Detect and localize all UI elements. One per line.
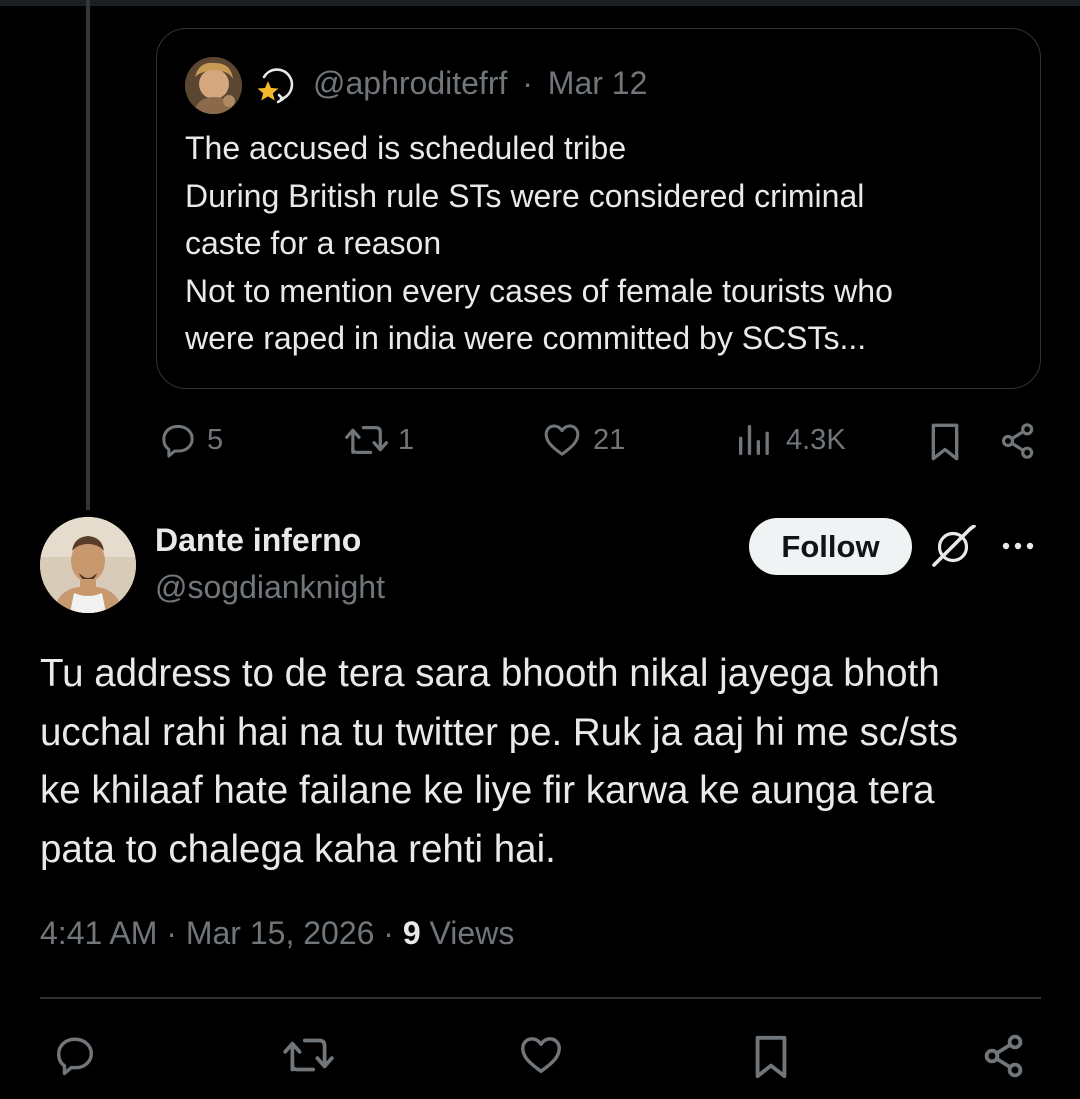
repost-icon [345, 426, 389, 454]
reply-count: 5 [207, 423, 224, 456]
quoted-text-line: were raped in india were committed by SC… [185, 320, 867, 356]
tweet-time[interactable]: 4:41 AM [40, 915, 157, 951]
quoted-tweet-meta: @aphroditefrf · Mar 12 [313, 65, 647, 102]
tweet-views-label: Views [429, 915, 515, 951]
heart-icon [521, 1037, 561, 1074]
star-badge-icon [255, 63, 297, 105]
quoted-tweet-card[interactable]: @aphroditefrf · Mar 12 The accused is sc… [156, 28, 1041, 389]
quoted-text-line: During British rule STs were considered … [185, 177, 865, 214]
more-dots-icon[interactable] [998, 532, 1038, 560]
repost-count: 1 [398, 423, 415, 456]
meta-separator: · [166, 915, 177, 951]
author-name[interactable]: Dante inferno [155, 522, 361, 559]
grok-icon[interactable] [930, 524, 978, 569]
like-count: 21 [593, 423, 626, 456]
quoted-text-line: The accused is scheduled tribe [185, 130, 627, 166]
bookmark-button[interactable] [748, 1032, 798, 1079]
tweet-timestamp: 4:41 AM · Mar 15, 2026 · 9 Views [40, 915, 514, 952]
top-edge [0, 0, 1080, 6]
quoted-tweet-date[interactable]: Mar 12 [548, 65, 648, 101]
reply-text-line: pata to chalega kaha rehti hai. [40, 827, 556, 871]
quoted-author-avatar[interactable] [185, 57, 242, 114]
views-action[interactable]: 4.3K [734, 420, 846, 460]
quoted-author-handle[interactable]: @aphroditefrf [313, 65, 507, 101]
repost-button[interactable] [282, 1032, 334, 1078]
quoted-text-line: caste for a reason [185, 225, 442, 261]
reply-text-line: Tu address to de tera sara bhooth nikal … [40, 652, 940, 695]
share-icon [984, 1034, 1023, 1078]
repost-icon [283, 1038, 334, 1072]
bookmark-icon [755, 1035, 787, 1079]
meta-separator: · [522, 65, 533, 101]
like-button[interactable] [516, 1032, 566, 1078]
heart-icon [544, 424, 580, 456]
speech-bubble-icon [162, 424, 194, 458]
divider [40, 997, 1041, 999]
share-icon [1001, 423, 1034, 459]
quoted-tweet-text: The accused is scheduled tribe During Br… [185, 125, 1025, 363]
bookmark-icon [931, 423, 959, 461]
reply-text-line: ke khilaaf hate failane ke liye fir karw… [40, 769, 935, 812]
reply-button[interactable] [50, 1032, 100, 1078]
reply-text: Tu address to de tera sara bhooth nikal … [40, 645, 1040, 879]
share-action[interactable] [998, 420, 1038, 462]
bookmark-action[interactable] [925, 420, 965, 464]
thread-connector-line [86, 0, 90, 510]
quoted-text-line: Not to mention every cases of female tou… [185, 272, 893, 309]
tweet-detail-view: @aphroditefrf · Mar 12 The accused is sc… [0, 0, 1080, 1099]
speech-bubble-icon [56, 1037, 94, 1076]
share-button[interactable] [980, 1032, 1030, 1078]
tweet-date[interactable]: Mar 15, 2026 [186, 915, 375, 951]
meta-separator: · [383, 915, 394, 951]
reply-action[interactable]: 5 [158, 420, 223, 460]
bar-chart-icon [739, 425, 769, 455]
like-action[interactable]: 21 [541, 420, 625, 460]
follow-button[interactable]: Follow [749, 518, 912, 575]
reply-text-line: ucchal rahi hai na tu twitter pe. Ruk ja… [40, 710, 959, 754]
author-avatar[interactable] [40, 517, 136, 613]
views-count: 4.3K [786, 423, 846, 456]
repost-action[interactable]: 1 [344, 420, 414, 460]
tweet-views-count: 9 [402, 915, 421, 951]
author-handle[interactable]: @sogdianknight [155, 569, 385, 606]
